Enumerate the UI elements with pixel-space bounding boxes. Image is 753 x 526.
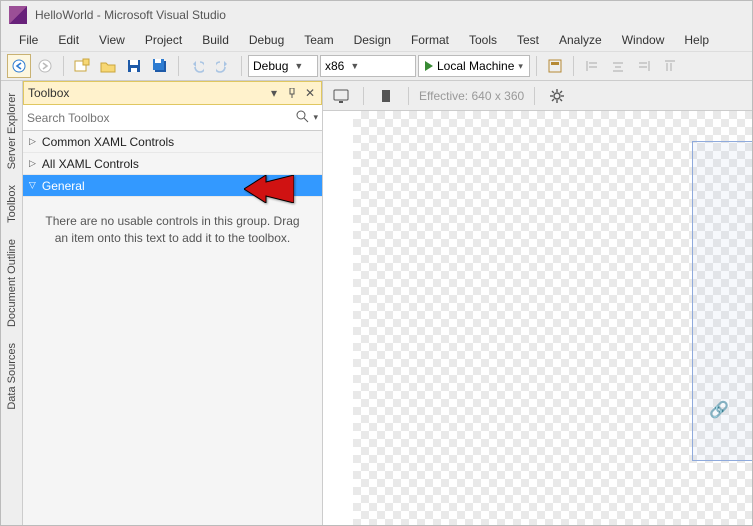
link-handle-icon[interactable]: 🔗 [709, 400, 729, 420]
menu-file[interactable]: File [9, 31, 48, 49]
side-tab-strip: Server Explorer Toolbox Document Outline… [1, 81, 23, 525]
separator [363, 87, 364, 105]
solution-config-combo[interactable]: Debug ▼ [248, 55, 318, 77]
save-button[interactable] [122, 54, 146, 78]
toolbox-category-common-xaml[interactable]: ▷ Common XAML Controls [23, 131, 322, 153]
expand-icon: ▷ [29, 158, 36, 169]
side-tab-data-sources[interactable]: Data Sources [4, 335, 20, 418]
close-icon[interactable]: ✕ [303, 86, 317, 100]
category-label: General [42, 179, 85, 193]
new-project-button[interactable] [70, 54, 94, 78]
orientation-portrait-button[interactable] [374, 84, 398, 108]
toolbox-category-all-xaml[interactable]: ▷ All XAML Controls [23, 153, 322, 175]
nav-forward-button[interactable] [33, 54, 57, 78]
effective-resolution-label: Effective: 640 x 360 [419, 89, 524, 103]
start-debug-button[interactable]: Local Machine ▾ [418, 55, 530, 77]
designer-area: Effective: 640 x 360 🔗 [323, 81, 752, 525]
toolbar-extra-button[interactable] [543, 54, 567, 78]
separator [63, 56, 64, 76]
category-label: All XAML Controls [42, 157, 139, 171]
nav-back-button[interactable] [7, 54, 31, 78]
menu-view[interactable]: View [89, 31, 135, 49]
menu-design[interactable]: Design [344, 31, 401, 49]
device-preview-button[interactable] [329, 84, 353, 108]
window-options-icon[interactable]: ▾ [267, 86, 281, 100]
visual-studio-icon [9, 6, 27, 24]
separator [534, 87, 535, 105]
menu-format[interactable]: Format [401, 31, 459, 49]
menu-project[interactable]: Project [135, 31, 192, 49]
toolbox-empty-message: There are no usable controls in this gro… [23, 197, 322, 263]
separator [573, 56, 574, 76]
toolbox-search-input[interactable] [27, 108, 295, 128]
separator [178, 56, 179, 76]
annotation-arrow-icon [244, 175, 294, 203]
align-right-button[interactable] [632, 54, 656, 78]
body-area: Server Explorer Toolbox Document Outline… [1, 81, 752, 525]
undo-button[interactable] [185, 54, 209, 78]
settings-button[interactable] [545, 84, 569, 108]
pin-icon[interactable] [285, 86, 299, 100]
menu-bar: File Edit View Project Build Debug Team … [1, 29, 752, 51]
chevron-down-icon[interactable]: ▾ [313, 112, 318, 123]
separator [536, 56, 537, 76]
align-left-button[interactable] [580, 54, 604, 78]
menu-tools[interactable]: Tools [459, 31, 507, 49]
open-file-button[interactable] [96, 54, 120, 78]
design-canvas[interactable]: 🔗 [353, 111, 752, 525]
designer-toolbar: Effective: 640 x 360 [323, 81, 752, 111]
side-tab-toolbox[interactable]: Toolbox [4, 177, 20, 231]
toolbox-title: Toolbox [28, 86, 69, 100]
menu-build[interactable]: Build [192, 31, 239, 49]
chevron-down-icon: ▼ [294, 61, 303, 71]
toolbox-panel: Toolbox ▾ ✕ ▾ ▷ Common XAML Controls ▷ A… [23, 81, 323, 525]
expand-icon: ▷ [27, 182, 38, 189]
main-toolbar: Debug ▼ x86 ▼ Local Machine ▾ [1, 51, 752, 81]
align-center-button[interactable] [606, 54, 630, 78]
expand-icon: ▷ [29, 136, 36, 147]
toolbox-search-row: ▾ [23, 105, 322, 131]
start-target-label: Local Machine [437, 59, 514, 73]
menu-help[interactable]: Help [674, 31, 719, 49]
menu-debug[interactable]: Debug [239, 31, 294, 49]
solution-platform-value: x86 [325, 59, 344, 73]
side-tab-server-explorer[interactable]: Server Explorer [4, 85, 20, 177]
solution-platform-combo[interactable]: x86 ▼ [320, 55, 416, 77]
chevron-down-icon: ▼ [350, 61, 359, 71]
separator [241, 56, 242, 76]
title-bar: HelloWorld - Microsoft Visual Studio [1, 1, 752, 29]
menu-team[interactable]: Team [294, 31, 343, 49]
menu-analyze[interactable]: Analyze [549, 31, 612, 49]
window-title: HelloWorld - Microsoft Visual Studio [35, 8, 226, 22]
play-icon [425, 61, 433, 71]
side-tab-document-outline[interactable]: Document Outline [4, 231, 20, 335]
save-all-button[interactable] [148, 54, 172, 78]
menu-test[interactable]: Test [507, 31, 549, 49]
toolbox-header: Toolbox ▾ ✕ [23, 81, 322, 105]
menu-edit[interactable]: Edit [48, 31, 89, 49]
chevron-down-icon: ▾ [518, 61, 523, 72]
menu-window[interactable]: Window [612, 31, 675, 49]
redo-button[interactable] [211, 54, 235, 78]
solution-config-value: Debug [253, 59, 288, 73]
search-icon[interactable] [295, 109, 309, 126]
category-label: Common XAML Controls [42, 135, 174, 149]
align-top-button[interactable] [658, 54, 682, 78]
separator [408, 87, 409, 105]
